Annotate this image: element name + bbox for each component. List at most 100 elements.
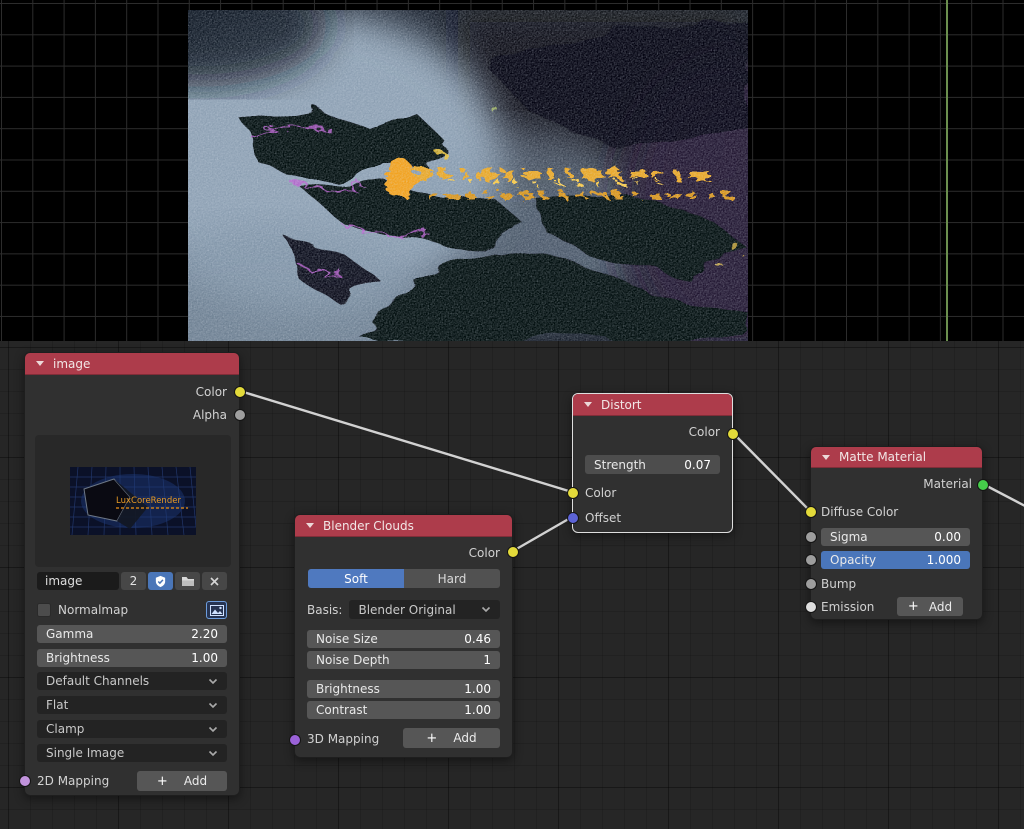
source-row: Single Image	[37, 744, 227, 762]
alpha-output-socket[interactable]	[234, 409, 246, 421]
open-image-button[interactable]	[175, 572, 200, 590]
node-distort-header[interactable]: Distort	[573, 394, 732, 416]
source-dropdown-value: Single Image	[46, 746, 124, 760]
noise-depth-row: Noise Depth 1	[307, 651, 500, 669]
mapping-3d-input-socket[interactable]	[289, 734, 301, 746]
node-title: image	[53, 357, 90, 371]
strength-label: Strength	[594, 458, 646, 472]
folder-icon	[181, 575, 195, 587]
input-row-offset: Offset	[585, 509, 720, 527]
picture-icon	[210, 605, 224, 616]
collapse-icon[interactable]	[822, 455, 830, 460]
color-output-socket[interactable]	[234, 386, 246, 398]
plus-icon: +	[908, 599, 919, 614]
color-output-socket[interactable]	[727, 428, 739, 440]
sigma-row: Sigma 0.00	[821, 528, 970, 546]
diffuse-color-label: Diffuse Color	[821, 505, 898, 519]
bump-label: Bump	[821, 577, 856, 591]
color-input-socket[interactable]	[567, 487, 579, 499]
hard-noise-button[interactable]: Hard	[404, 569, 500, 588]
chevron-down-icon	[208, 678, 218, 685]
node-clouds-header[interactable]: Blender Clouds	[295, 515, 512, 537]
output-row-color: Color	[585, 423, 720, 441]
normalmap-label: Normalmap	[58, 603, 128, 617]
brightness-value: 1.00	[191, 651, 218, 665]
emission-input-socket[interactable]	[805, 601, 817, 613]
basis-dropdown-value: Blender Original	[358, 603, 455, 617]
contrast-value: 1.00	[464, 703, 491, 717]
collapse-icon[interactable]	[306, 523, 314, 528]
node-blender-clouds[interactable]: Blender Clouds Color Soft Hard Basis: Bl…	[294, 514, 513, 758]
mapping-2d-add-button[interactable]: + Add	[137, 771, 227, 791]
channels-row: Default Channels	[37, 672, 227, 690]
collapse-icon[interactable]	[584, 402, 592, 407]
diffuse-input-socket[interactable]	[805, 506, 817, 518]
opacity-label: Opacity	[830, 553, 876, 567]
node-title: Distort	[601, 398, 642, 412]
noise-depth-value: 1	[483, 653, 491, 667]
sigma-slider[interactable]: Sigma 0.00	[821, 528, 970, 546]
bump-input-socket[interactable]	[805, 578, 817, 590]
clouds-brightness-value: 1.00	[464, 682, 491, 696]
chevron-down-icon	[208, 702, 218, 709]
viewer-axis-line	[946, 0, 948, 341]
emission-add-button[interactable]: + Add	[897, 597, 963, 616]
soft-noise-button[interactable]: Soft	[308, 569, 404, 588]
output-row-color: Color	[307, 544, 500, 562]
source-dropdown[interactable]: Single Image	[37, 744, 227, 762]
image-thumbnail: LuxCoreRender	[70, 467, 196, 535]
users-count-badge[interactable]: 2	[121, 572, 146, 590]
node-distort[interactable]: Distort Color Strength 0.07 Color Offset	[572, 393, 733, 533]
shield-check-icon	[154, 575, 167, 588]
chevron-down-icon	[481, 606, 491, 613]
strength-row: Strength 0.07	[585, 455, 720, 474]
gamma-slider[interactable]: Gamma 2.20	[37, 625, 227, 643]
color-output-socket[interactable]	[507, 546, 519, 558]
material-output-socket[interactable]	[977, 479, 989, 491]
sigma-input-socket[interactable]	[805, 531, 817, 543]
basis-row: Basis: Blender Original	[307, 600, 500, 619]
opacity-input-socket[interactable]	[805, 554, 817, 566]
strength-slider[interactable]: Strength 0.07	[585, 455, 720, 474]
channels-dropdown[interactable]: Default Channels	[37, 672, 227, 690]
mapping-3d-label: 3D Mapping	[307, 732, 379, 746]
input-row-bump: Bump	[821, 575, 972, 593]
brightness-row: Brightness 1.00	[37, 649, 227, 667]
blender-window: image Color Alpha LuxCoreRender	[0, 0, 1024, 829]
projection-dropdown[interactable]: Flat	[37, 696, 227, 714]
unlink-image-button[interactable]	[202, 572, 227, 590]
image-viewer-region[interactable]	[0, 0, 1024, 341]
normalmap-checkbox[interactable]	[37, 603, 51, 617]
node-matte-material[interactable]: Matte Material Material Diffuse Color Si…	[810, 446, 983, 620]
clouds-brightness-slider[interactable]: Brightness 1.00	[307, 680, 500, 698]
noise-type-segmented: Soft Hard	[308, 569, 500, 588]
noise-size-row: Noise Size 0.46	[307, 630, 500, 648]
node-matte-header[interactable]: Matte Material	[811, 447, 982, 468]
opacity-slider[interactable]: Opacity 1.000	[821, 551, 970, 569]
offset-input-socket[interactable]	[567, 512, 579, 524]
noise-depth-slider[interactable]: Noise Depth 1	[307, 651, 500, 669]
normalmap-row: Normalmap	[37, 601, 227, 619]
output-color-label: Color	[469, 546, 500, 560]
basis-dropdown[interactable]: Blender Original	[349, 600, 500, 619]
collapse-icon[interactable]	[36, 361, 44, 366]
node-image[interactable]: image Color Alpha LuxCoreRender	[24, 352, 240, 796]
gamma-label: Gamma	[46, 627, 93, 641]
mapping-2d-input-socket[interactable]	[19, 775, 31, 787]
mapping-3d-add-button[interactable]: + Add	[403, 728, 500, 748]
brightness-slider[interactable]: Brightness 1.00	[37, 649, 227, 667]
extension-dropdown-value: Clamp	[46, 722, 84, 736]
image-name-field[interactable]: image	[37, 572, 119, 590]
node-image-header[interactable]: image	[25, 353, 239, 375]
image-preview-button[interactable]	[206, 601, 227, 619]
emission-label: Emission	[821, 600, 874, 614]
sigma-value: 0.00	[934, 530, 961, 544]
input-row-color: Color	[585, 484, 720, 502]
fake-user-shield-button[interactable]	[148, 572, 173, 590]
extension-dropdown[interactable]: Clamp	[37, 720, 227, 738]
basis-label: Basis:	[307, 603, 342, 617]
noise-size-slider[interactable]: Noise Size 0.46	[307, 630, 500, 648]
contrast-slider[interactable]: Contrast 1.00	[307, 701, 500, 719]
input-color-label: Color	[585, 486, 616, 500]
output-alpha-label: Alpha	[193, 408, 227, 422]
